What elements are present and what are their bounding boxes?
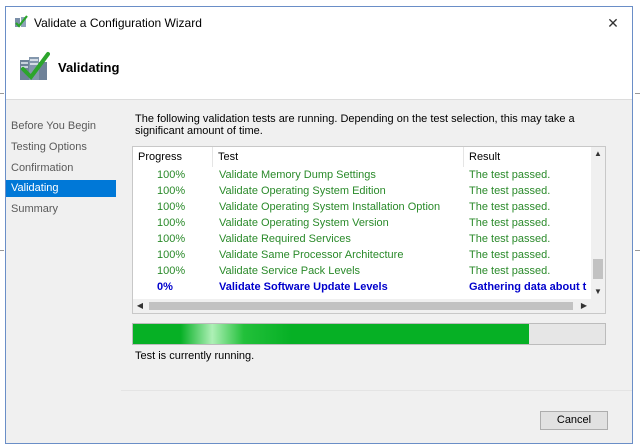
test-cell: Validate Required Services <box>219 233 351 245</box>
sidebar-item-validating[interactable]: Validating <box>6 180 116 197</box>
background-window-edge <box>635 93 640 94</box>
table-row[interactable]: 100% Validate Operating System Edition T… <box>133 183 591 199</box>
sidebar-item-label: Summary <box>11 203 59 215</box>
column-header-progress[interactable]: Progress <box>133 147 213 167</box>
cancel-button[interactable]: Cancel <box>540 411 608 430</box>
sidebar-item-confirmation[interactable]: Confirmation <box>6 160 116 177</box>
test-cell: Validate Operating System Installation O… <box>219 201 441 213</box>
table-row[interactable]: 100% Validate Operating System Installat… <box>133 199 591 215</box>
progress-cell: 100% <box>157 185 186 197</box>
validate-configuration-dialog: Validate a Configuration Wizard ✕ Valida… <box>5 6 633 444</box>
wizard-header: Validating <box>6 37 632 99</box>
background-window-edge <box>635 250 640 251</box>
close-button[interactable]: ✕ <box>602 13 624 33</box>
cluster-validate-icon <box>15 15 28 28</box>
progress-cell: 100% <box>157 217 186 229</box>
overall-progress-bar <box>132 323 606 345</box>
progress-cell: 100% <box>157 249 186 261</box>
description-text: The following validation tests are runni… <box>135 113 575 137</box>
test-cell: Validate Same Processor Architecture <box>219 249 404 261</box>
progress-bar-fill <box>133 324 530 344</box>
horizontal-scroll-thumb[interactable] <box>149 302 573 310</box>
validation-tests-list[interactable]: Progress Test Result 100% Validate Memor… <box>132 146 606 314</box>
table-row[interactable]: 100% Validate Operating System Version T… <box>133 215 591 231</box>
close-icon: ✕ <box>607 15 619 31</box>
title-bar[interactable]: Validate a Configuration Wizard ✕ <box>6 7 632 37</box>
scroll-corner <box>591 299 605 313</box>
progress-cell: 100% <box>157 169 186 181</box>
result-cell: The test passed. <box>469 217 551 229</box>
result-cell: The test passed. <box>469 265 551 277</box>
test-cell: Validate Memory Dump Settings <box>219 169 376 181</box>
progress-cell: 100% <box>157 201 186 213</box>
vertical-scrollbar[interactable]: ▲ ▼ <box>591 147 605 299</box>
table-row[interactable]: 100% Validate Service Pack Levels The te… <box>133 263 591 279</box>
horizontal-scrollbar[interactable]: ◀ ▶ <box>133 299 591 313</box>
sidebar-item-label: Confirmation <box>11 162 74 174</box>
wizard-steps-sidebar: Before You Begin Testing Options Confirm… <box>6 100 118 443</box>
window-title: Validate a Configuration Wizard <box>34 16 202 30</box>
result-cell: The test passed. <box>469 233 551 245</box>
sidebar-item-summary[interactable]: Summary <box>6 201 116 218</box>
table-row[interactable]: 100% Validate Same Processor Architectur… <box>133 247 591 263</box>
test-cell: Validate Operating System Version <box>219 217 389 229</box>
test-cell: Validate Service Pack Levels <box>219 265 361 277</box>
wizard-body: Before You Begin Testing Options Confirm… <box>6 99 632 443</box>
sidebar-item-label: Testing Options <box>11 141 87 153</box>
validating-checkmark-icon <box>20 52 50 81</box>
column-header-result[interactable]: Result <box>464 147 594 167</box>
result-cell: The test passed. <box>469 169 551 181</box>
table-row-running[interactable]: 0% Validate Software Update Levels Gathe… <box>133 279 591 295</box>
scroll-right-icon[interactable]: ▶ <box>577 299 591 313</box>
sidebar-item-label: Before You Begin <box>11 120 97 132</box>
progress-cell: 100% <box>157 265 186 277</box>
scroll-down-icon[interactable]: ▼ <box>591 285 605 299</box>
sidebar-item-before-you-begin[interactable]: Before You Begin <box>6 118 116 135</box>
footer-divider <box>121 390 632 391</box>
wizard-content: The following validation tests are runni… <box>121 100 632 443</box>
result-cell: The test passed. <box>469 201 551 213</box>
scroll-left-icon[interactable]: ◀ <box>133 299 147 313</box>
sidebar-item-testing-options[interactable]: Testing Options <box>6 139 116 156</box>
progress-cell: 0% <box>157 281 173 293</box>
test-cell: Validate Software Update Levels <box>219 281 388 293</box>
background-window-edge <box>0 250 4 251</box>
page-title: Validating <box>58 60 120 75</box>
scroll-up-icon[interactable]: ▲ <box>591 147 605 161</box>
status-text: Test is currently running. <box>135 350 255 362</box>
column-header-test[interactable]: Test <box>213 147 464 167</box>
vertical-scroll-thumb[interactable] <box>593 259 603 279</box>
list-header: Progress Test Result <box>133 147 591 167</box>
progress-cell: 100% <box>157 233 186 245</box>
result-cell: Gathering data about t <box>469 281 587 293</box>
result-cell: The test passed. <box>469 249 551 261</box>
table-row[interactable]: 100% Validate Memory Dump Settings The t… <box>133 167 591 183</box>
test-cell: Validate Operating System Edition <box>219 185 386 197</box>
background-window-edge <box>0 93 4 94</box>
table-row[interactable]: 100% Validate Required Services The test… <box>133 231 591 247</box>
sidebar-item-label: Validating <box>11 182 59 194</box>
result-cell: The test passed. <box>469 185 551 197</box>
